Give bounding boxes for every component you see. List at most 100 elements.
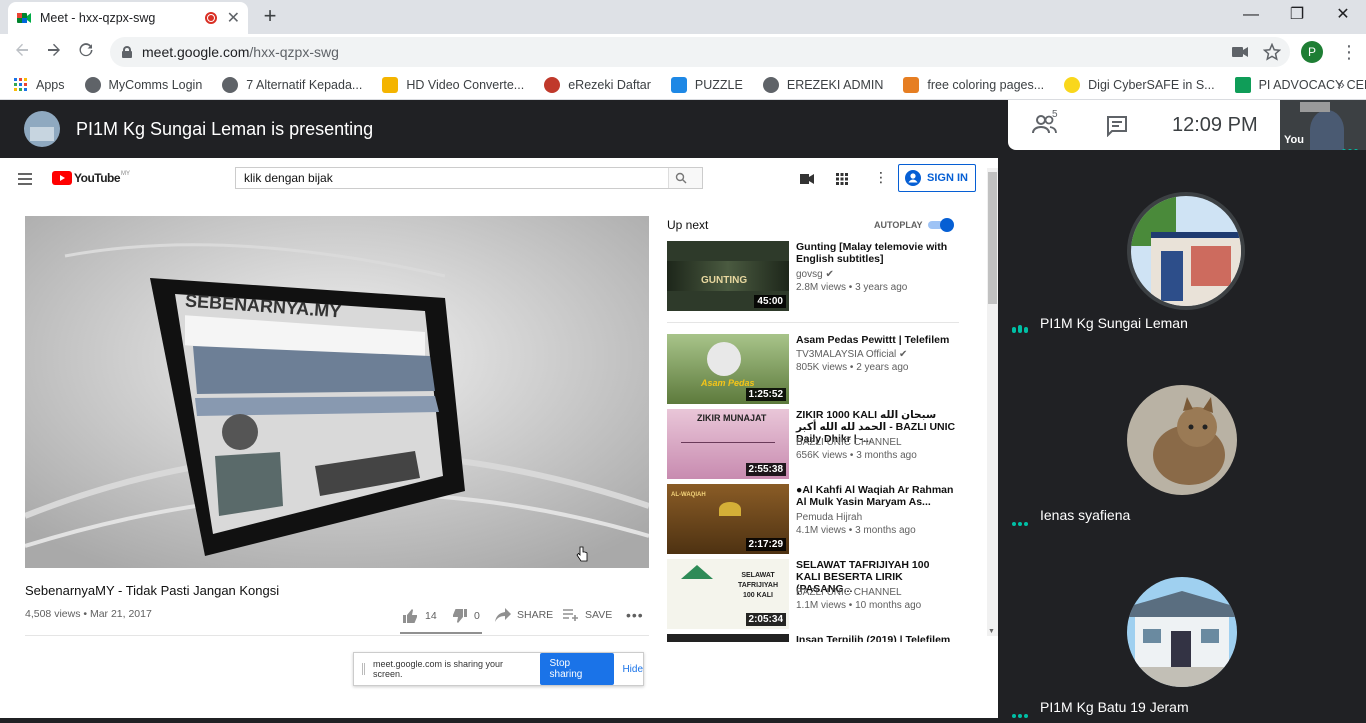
participant-avatar-ienas[interactable] — [1127, 385, 1237, 495]
youtube-search-input[interactable]: klik dengan bijak — [235, 167, 703, 189]
youtube-apps-icon[interactable] — [836, 172, 848, 190]
bookmark-star-icon[interactable] — [1262, 42, 1282, 66]
youtube-logo[interactable]: YouTube MY — [52, 171, 130, 185]
sheets-icon — [1234, 76, 1251, 93]
browser-tab-meet[interactable]: Meet - hxx-qzpx-swg ✕ — [8, 2, 248, 34]
globe-icon — [84, 76, 101, 93]
video-title: SebenarnyaMY - Tidak Pasti Jangan Kongsi — [25, 583, 280, 598]
share-icon — [495, 608, 511, 622]
self-video-silhouette — [1310, 110, 1344, 150]
video-duration: 2:55:38 — [745, 463, 786, 476]
self-view-tile[interactable]: You — [1280, 100, 1366, 150]
bookmark-erezeki-daftar[interactable]: eRezeki Daftar — [544, 76, 651, 93]
hamburger-menu-icon[interactable] — [18, 172, 32, 190]
minimize-button[interactable]: — — [1228, 0, 1274, 32]
participant-avatar-sungai-leman[interactable] — [1127, 192, 1245, 310]
screen-sharing-notification: meet.google.com is sharing your screen. … — [353, 652, 644, 686]
recommendation-item[interactable]: ZIKIR MUNAJAT 2:55:38 ZIKIR 1000 KALI سب… — [667, 409, 967, 481]
chrome-menu-icon[interactable]: ⋮ — [1340, 43, 1358, 61]
recommendation-meta: 4.1M views • 3 months ago — [796, 525, 916, 536]
bookmark-digi-cybersafe[interactable]: Digi CyberSAFE in S... — [1064, 76, 1215, 93]
video-player[interactable]: SEBENARNYA.MY — [25, 216, 649, 568]
google-meet-icon — [16, 10, 32, 26]
like-button[interactable]: 14 — [402, 608, 437, 624]
presenting-title: PI1M Kg Sungai Leman is presenting — [76, 118, 374, 139]
meeting-clock: 12:09 PM — [1172, 114, 1258, 136]
bookmark-hd-video[interactable]: HD Video Converte... — [382, 76, 524, 93]
recommendation-title: Gunting [Malay telemovie with English su… — [796, 241, 948, 265]
video-duration: 45:00 — [754, 295, 786, 308]
drag-handle-icon[interactable] — [362, 663, 365, 675]
create-video-icon[interactable] — [800, 172, 814, 190]
url-path: /hxx-qzpx-swg — [249, 44, 339, 60]
dislike-button[interactable]: 0 — [452, 608, 480, 624]
bookmark-pi-advocacy[interactable]: PI ADVOCACY CEN... — [1234, 76, 1366, 93]
participant-more-options-icon[interactable] — [1012, 513, 1030, 526]
shared-screen: YouTube MY klik dengan bijak ⋮ SIGN IN S… — [0, 158, 998, 718]
more-actions-icon[interactable]: ••• — [626, 607, 644, 623]
recommendation-channel: TV3MALAYSIA Official ✔ — [796, 349, 908, 360]
profile-avatar[interactable]: P — [1301, 41, 1323, 63]
forward-arrow-icon[interactable] — [42, 40, 66, 64]
participant-more-options-icon[interactable] — [1012, 705, 1030, 718]
cat-photo — [1127, 385, 1237, 495]
scroll-down-arrow-icon[interactable]: ▼ — [988, 628, 995, 635]
thumbnail-art — [681, 565, 713, 579]
bookmark-erezeki-admin[interactable]: EREZEKI ADMIN — [762, 76, 883, 93]
bookmark-puzzle[interactable]: PUZZLE — [670, 76, 743, 93]
video-thumbnail: ZIKIR MUNAJAT 2:55:38 — [667, 409, 789, 479]
presenter-avatar — [24, 111, 60, 147]
sign-in-button[interactable]: SIGN IN — [898, 164, 976, 192]
restore-button[interactable]: ❐ — [1274, 0, 1320, 32]
url-host: meet.google.com — [142, 44, 250, 60]
autoplay-toggle[interactable] — [928, 218, 956, 232]
tab-close-icon[interactable]: ✕ — [227, 8, 240, 28]
thumbnail-art — [719, 502, 741, 516]
chat-button[interactable] — [1106, 115, 1128, 142]
scrollbar-thumb[interactable] — [988, 172, 997, 304]
reload-icon[interactable] — [74, 40, 98, 64]
recommendation-channel: BAZLI UNIC CHANNEL — [796, 437, 902, 448]
browser-toolbar: meet.google.com/hxx-qzpx-swg P ⋮ — [0, 34, 1366, 70]
bookmarks-overflow-button[interactable]: » — [1337, 76, 1345, 92]
camera-blocked-icon[interactable] — [1232, 45, 1248, 64]
address-bar[interactable]: meet.google.com/hxx-qzpx-swg — [110, 37, 1290, 67]
save-label: SAVE — [585, 609, 613, 621]
erezeki-icon — [544, 76, 561, 93]
back-arrow-icon[interactable] — [10, 40, 34, 64]
recommendation-item[interactable]: AL-WAQIAH 2:17:29 ●Al Kahfi Al Waqiah Ar… — [667, 484, 967, 556]
bookmark-alternatif[interactable]: 7 Alternatif Kepada... — [222, 76, 362, 93]
coloring-icon — [903, 76, 920, 93]
bookmark-label: PUZZLE — [694, 77, 743, 92]
youtube-settings-icon[interactable]: ⋮ — [874, 169, 888, 186]
people-button[interactable]: 5 — [1032, 109, 1062, 137]
recommendation-item[interactable]: GUNTING 45:00 Gunting [Malay telemovie w… — [667, 241, 967, 313]
youtube-logo-text: YouTube — [74, 171, 121, 185]
recommendation-title: ●Al Kahfi Al Waqiah Ar Rahman Al Mulk Ya… — [796, 484, 954, 508]
recommendation-meta: 1.1M views • 10 months ago — [796, 600, 922, 611]
save-button[interactable]: SAVE — [563, 608, 612, 622]
stop-sharing-button[interactable]: Stop sharing — [539, 653, 615, 685]
close-window-button[interactable]: ✕ — [1320, 0, 1366, 32]
video-frame — [25, 216, 649, 568]
hide-notification-button[interactable]: Hide — [622, 664, 643, 675]
globe-icon — [762, 76, 779, 93]
bookmark-mycomms[interactable]: MyComms Login — [84, 76, 202, 93]
thumbnail-text: SELAWAT TAFRIJIYAH 100 KALI — [737, 572, 779, 599]
autoplay-label: AUTOPLAY — [874, 220, 923, 230]
participant-avatar-batu-19-jeram[interactable] — [1127, 577, 1237, 687]
recording-icon — [204, 12, 217, 24]
self-more-options-icon[interactable] — [1342, 140, 1360, 150]
recommendation-item[interactable]: Asam Pedas 1:25:52 Asam Pedas Pewittt | … — [667, 334, 967, 406]
new-tab-button[interactable]: + — [258, 4, 282, 28]
bookmark-apps[interactable]: Apps — [14, 77, 65, 92]
thumbnail-art — [681, 429, 775, 443]
recommendation-item[interactable]: Insan Terpilih (2019) | Telefilem — [667, 634, 967, 642]
thumbnail-art — [707, 342, 741, 376]
recommendation-item[interactable]: SELAWAT TAFRIJIYAH 100 KALI 2:05:34 SELA… — [667, 559, 967, 631]
digi-icon — [1064, 76, 1081, 93]
like-count: 14 — [425, 610, 437, 622]
bookmark-coloring-pages[interactable]: free coloring pages... — [903, 76, 1044, 93]
share-button[interactable]: SHARE — [495, 608, 553, 622]
youtube-search-button[interactable] — [668, 168, 702, 188]
